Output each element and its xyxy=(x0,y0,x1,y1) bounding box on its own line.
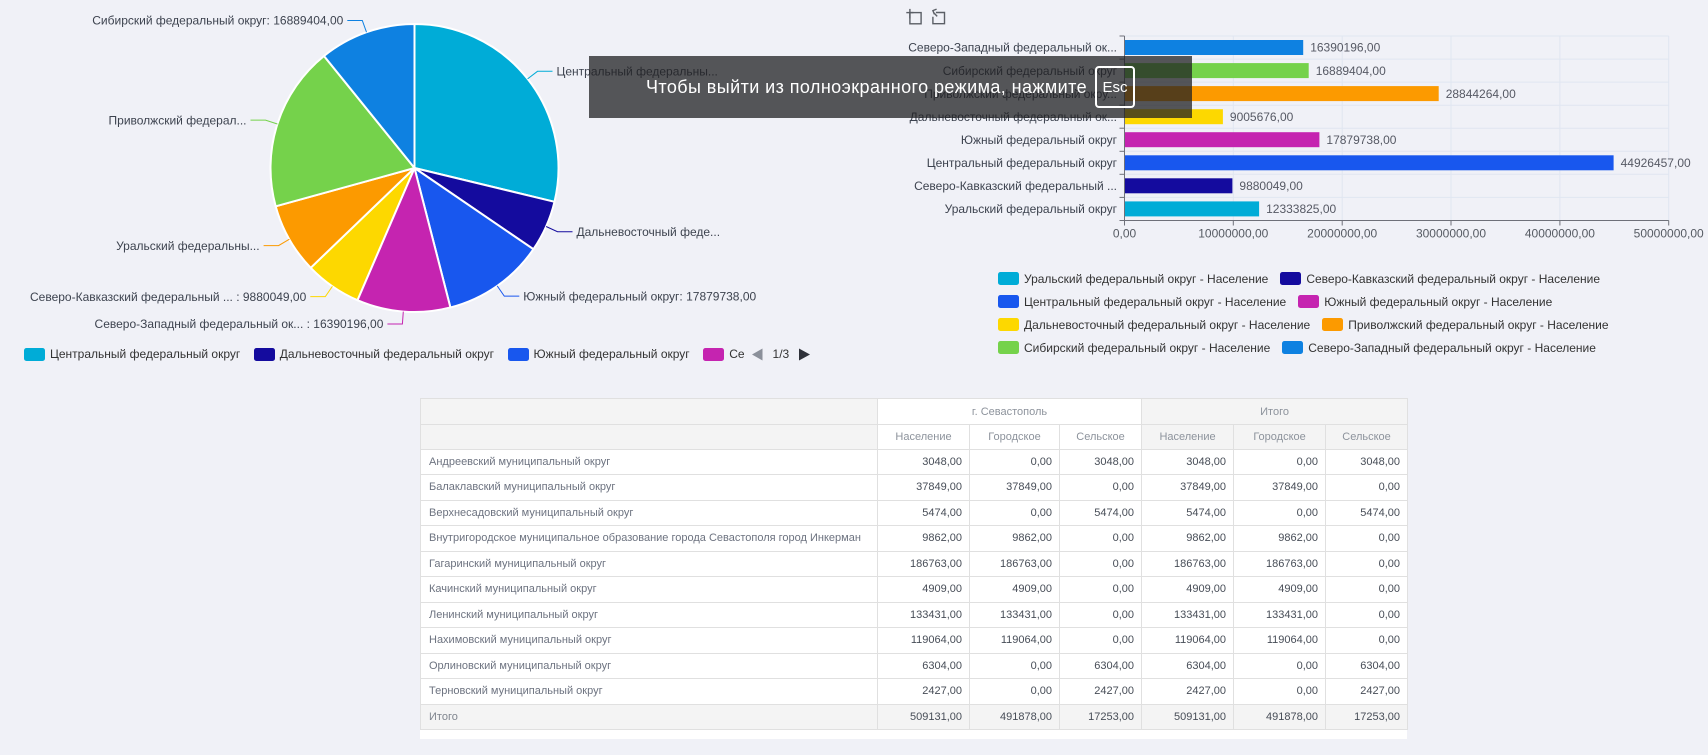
svg-text:12333825,00: 12333825,00 xyxy=(1266,202,1336,216)
svg-text:20000000,00: 20000000,00 xyxy=(1307,227,1377,241)
svg-text:Южный федеральный округ: Южный федеральный округ xyxy=(961,133,1118,147)
svg-text:Уральский федеральный округ: Уральский федеральный округ xyxy=(945,202,1118,216)
svg-text:Дальневосточный феде...: Дальневосточный феде... xyxy=(577,225,721,239)
svg-text:40000000,00: 40000000,00 xyxy=(1525,227,1595,241)
svg-text:44926457,00: 44926457,00 xyxy=(1621,156,1691,170)
svg-text:Северо-Западный федеральный ок: Северо-Западный федеральный ок... xyxy=(908,41,1117,55)
svg-text:28844264,00: 28844264,00 xyxy=(1446,87,1516,101)
svg-text:0,00: 0,00 xyxy=(1113,227,1137,241)
svg-text:16390196,00: 16390196,00 xyxy=(1310,41,1380,55)
svg-text:30000000,00: 30000000,00 xyxy=(1416,227,1486,241)
svg-text:17879738,00: 17879738,00 xyxy=(1326,133,1396,147)
svg-text:Северо-Западный федеральный ок: Северо-Западный федеральный ок... : 1639… xyxy=(95,317,384,331)
svg-text:Северо-Кавказский федеральный: Северо-Кавказский федеральный ... : 9880… xyxy=(30,290,307,304)
svg-text:Приволжский федерал...: Приволжский федерал... xyxy=(109,113,247,127)
svg-text:Южный федеральный округ: 17879: Южный федеральный округ: 17879738,00 xyxy=(523,289,756,303)
svg-text:16889404,00: 16889404,00 xyxy=(1316,64,1386,78)
svg-text:9880049,00: 9880049,00 xyxy=(1239,179,1303,193)
svg-text:Северо-Кавказский федеральный: Северо-Кавказский федеральный ... xyxy=(914,179,1117,193)
svg-text:9005676,00: 9005676,00 xyxy=(1230,110,1294,124)
svg-text:50000000,00: 50000000,00 xyxy=(1634,227,1704,241)
svg-text:Сибирский федеральный округ: 1: Сибирский федеральный округ: 16889404,00 xyxy=(92,14,343,28)
svg-text:Центральный федеральный округ: Центральный федеральный округ xyxy=(927,156,1118,170)
svg-text:Уральский федеральны...: Уральский федеральны... xyxy=(116,239,260,253)
svg-text:10000000,00: 10000000,00 xyxy=(1198,227,1268,241)
